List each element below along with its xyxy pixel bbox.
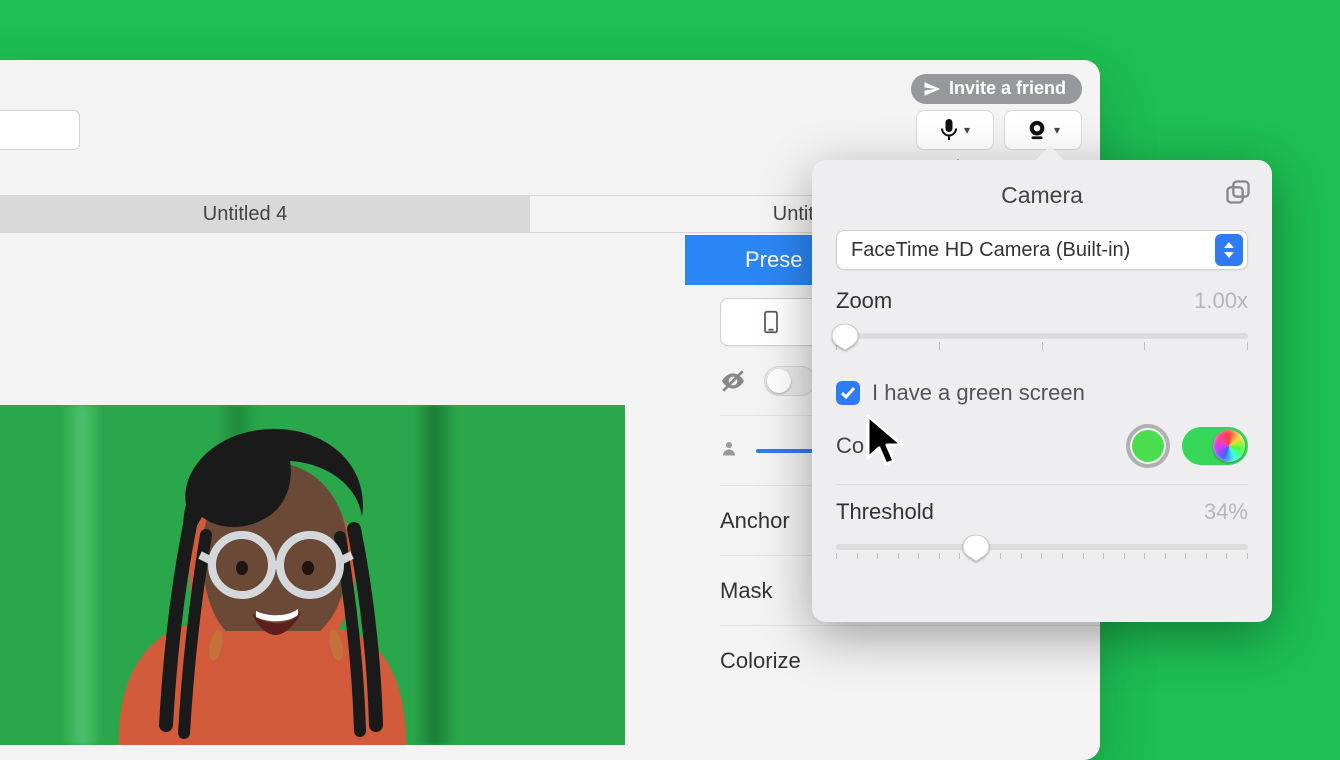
zoom-value: 1.00x [1194, 288, 1248, 314]
threshold-label: Threshold [836, 499, 934, 525]
person-icon [720, 439, 738, 462]
chevron-down-icon: ▾ [964, 123, 970, 137]
colorize-label: Colorize [720, 648, 801, 674]
color-row: Co [836, 424, 1248, 485]
select-stepper-icon [1215, 234, 1243, 266]
check-icon [840, 385, 856, 401]
popover-title: Camera [1001, 182, 1083, 209]
invite-friend-button[interactable]: Invite a friend [911, 74, 1082, 104]
video-preview [0, 405, 625, 745]
webcam-icon [1026, 119, 1048, 141]
threshold-value: 34% [1204, 499, 1248, 525]
mask-label: Mask [720, 578, 773, 604]
co-slider-segment[interactable] [756, 449, 816, 453]
chroma-enable-toggle[interactable] [1182, 427, 1248, 465]
colorize-row: Colorize [720, 626, 1100, 696]
threshold-slider[interactable] [836, 531, 1248, 565]
mic-icon [940, 119, 958, 141]
tab-untitled-4[interactable]: Untitled 4 [0, 195, 530, 233]
title-input[interactable] [0, 110, 80, 150]
toolbar: ▾ ▾ [916, 110, 1082, 150]
color-wheel-icon [1213, 430, 1245, 462]
camera-settings-popover: Camera FaceTime HD Camera (Built-in) Zoo… [812, 160, 1272, 622]
zoom-slider[interactable] [836, 320, 1248, 354]
green-screen-checkbox[interactable] [836, 381, 860, 405]
popover-arrow [1036, 146, 1064, 160]
anchor-label: Anchor [720, 508, 790, 534]
zoom-label: Zoom [836, 288, 892, 314]
phone-icon [761, 310, 781, 334]
camera-device-value: FaceTime HD Camera (Built-in) [851, 239, 1215, 262]
present-label: Prese [745, 247, 802, 273]
chroma-color-swatch[interactable] [1126, 424, 1170, 468]
invite-label: Invite a friend [949, 78, 1066, 99]
mic-dropdown-button[interactable]: ▾ [916, 110, 994, 150]
green-screen-checkbox-row[interactable]: I have a green screen [836, 380, 1248, 406]
camera-device-select[interactable]: FaceTime HD Camera (Built-in) [836, 230, 1248, 270]
color-label: Co [836, 433, 864, 459]
eye-off-icon [720, 368, 746, 394]
visibility-toggle[interactable] [764, 366, 816, 396]
detach-popover-button[interactable] [1224, 178, 1252, 206]
paper-plane-icon [923, 80, 941, 98]
chevron-down-icon: ▾ [1054, 123, 1060, 137]
green-screen-label: I have a green screen [872, 380, 1085, 406]
camera-dropdown-button[interactable]: ▾ [1004, 110, 1082, 150]
person-preview-illustration [70, 405, 440, 745]
